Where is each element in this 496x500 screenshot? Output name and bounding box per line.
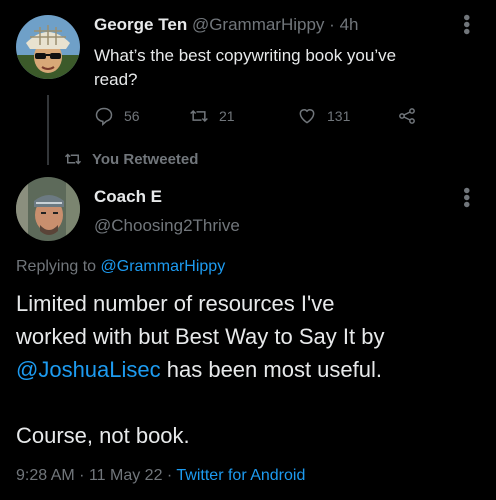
display-name[interactable]: George Ten <box>94 15 187 34</box>
tweet-text: What’s the best copywriting book you’ve … <box>94 44 396 92</box>
footer-separator: · <box>79 467 85 484</box>
reply-count: 56 <box>124 108 140 124</box>
user-handle[interactable]: @GrammarHippy <box>192 15 325 34</box>
replying-to-handle[interactable]: @GrammarHippy <box>101 258 226 275</box>
footer-time[interactable]: 9:28 AM <box>16 467 75 484</box>
reply-body: Limited number of resources I've worked … <box>16 287 384 452</box>
retweet-small-icon <box>64 153 82 165</box>
retweet-button[interactable]: 21 <box>189 106 235 126</box>
mention-link[interactable]: @JoshuaLisec <box>16 357 161 382</box>
tweet-text-line: read? <box>94 70 138 89</box>
share-icon <box>399 108 415 124</box>
reply-body-line: Limited number of resources I've <box>16 291 335 316</box>
thread-connector-line <box>47 95 49 165</box>
avatar-george-ten[interactable] <box>16 15 80 79</box>
reply-display-name[interactable]: Coach E <box>94 187 162 207</box>
footer-source-link[interactable]: Twitter for Android <box>176 467 305 484</box>
replying-to: Replying to @GrammarHippy <box>16 258 225 276</box>
share-button[interactable] <box>397 106 427 126</box>
reply-button[interactable]: 56 <box>94 106 140 126</box>
reply-user-handle[interactable]: @Choosing2Thrive <box>94 216 240 236</box>
reply-body-line: Course, not book. <box>16 423 190 448</box>
reply-icon <box>95 107 113 126</box>
like-count: 131 <box>327 108 351 124</box>
avatar-image <box>16 15 80 79</box>
tweet-header: George Ten @GrammarHippy · 4h <box>94 15 359 35</box>
like-icon <box>299 109 315 124</box>
reply-body-text: has been most useful. <box>160 357 382 382</box>
retweet-icon <box>190 109 208 123</box>
replying-to-prefix: Replying to <box>16 258 97 275</box>
like-button[interactable]: 131 <box>297 106 350 126</box>
retweet-banner: You Retweeted <box>64 150 198 168</box>
reply-body-line: @JoshuaLisec has been most useful. <box>16 353 384 386</box>
footer-separator: · <box>166 467 173 484</box>
separator-dot: · <box>329 15 335 34</box>
retweet-banner-label: You Retweeted <box>92 150 199 168</box>
reply-more-icon[interactable]: ••• <box>455 187 477 208</box>
footer-date[interactable]: 11 May 22 <box>89 467 163 484</box>
reply-body-line: worked with but Best Way to Say It by <box>16 324 385 349</box>
tweet-time[interactable]: 4h <box>340 15 359 34</box>
more-icon[interactable]: ••• <box>455 14 477 35</box>
avatar-coach-e[interactable] <box>16 177 80 241</box>
tweet-text-line: What’s the best copywriting book you’ve <box>94 46 397 65</box>
tweet-footer: 9:28 AM · 11 May 22 · Twitter for Androi… <box>16 467 305 485</box>
retweet-count: 21 <box>219 108 235 124</box>
avatar-image <box>16 177 80 241</box>
